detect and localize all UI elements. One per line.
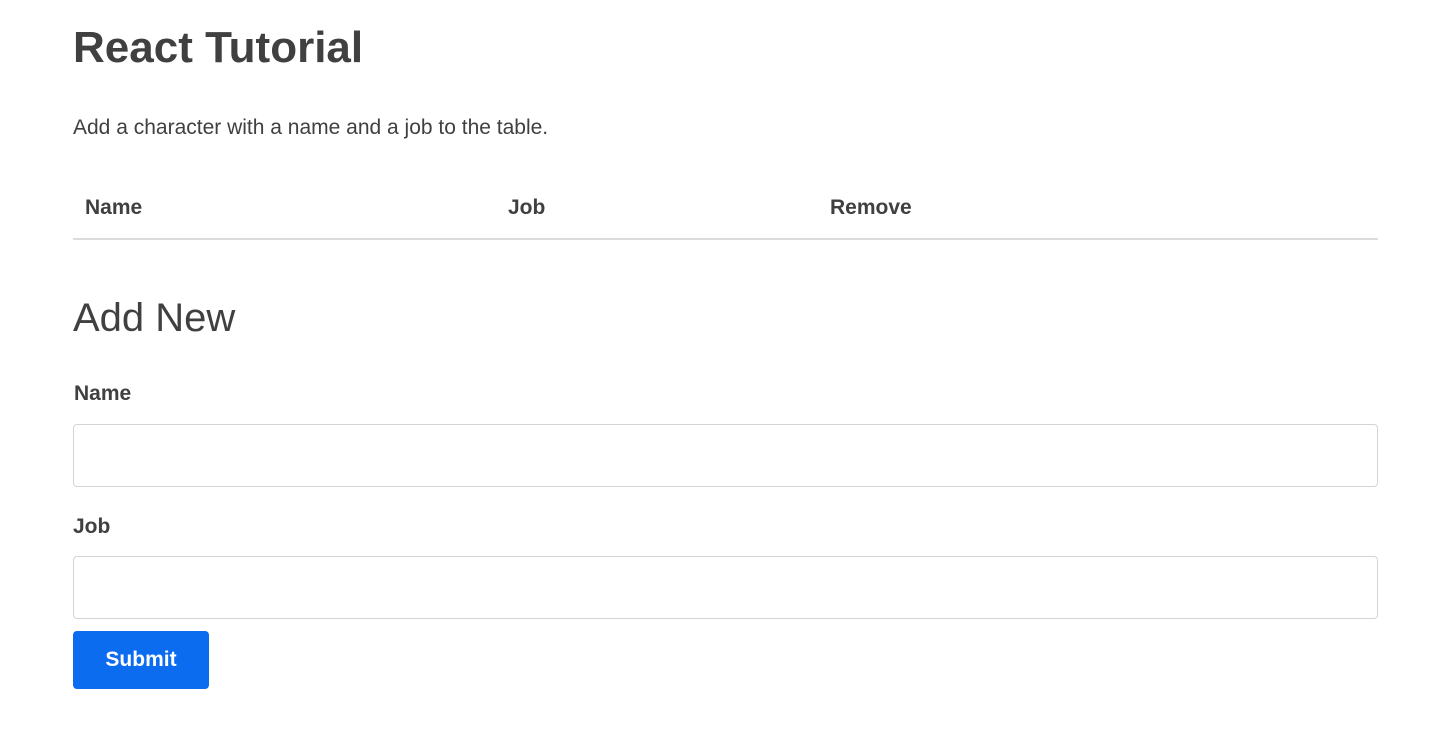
- column-header-job: Job: [508, 196, 546, 219]
- column-header-remove: Remove: [830, 196, 912, 219]
- job-label: Job: [73, 515, 111, 538]
- character-table: Name Job Remove: [73, 180, 1378, 240]
- submit-button[interactable]: Submit: [73, 631, 209, 689]
- name-input[interactable]: [73, 424, 1378, 487]
- name-label: Name: [74, 382, 132, 405]
- add-new-heading: Add New: [73, 296, 236, 340]
- job-input[interactable]: [73, 556, 1378, 619]
- page-title: React Tutorial: [73, 23, 364, 72]
- intro-text: Add a character with a name and a job to…: [73, 116, 549, 139]
- column-header-name: Name: [85, 196, 143, 219]
